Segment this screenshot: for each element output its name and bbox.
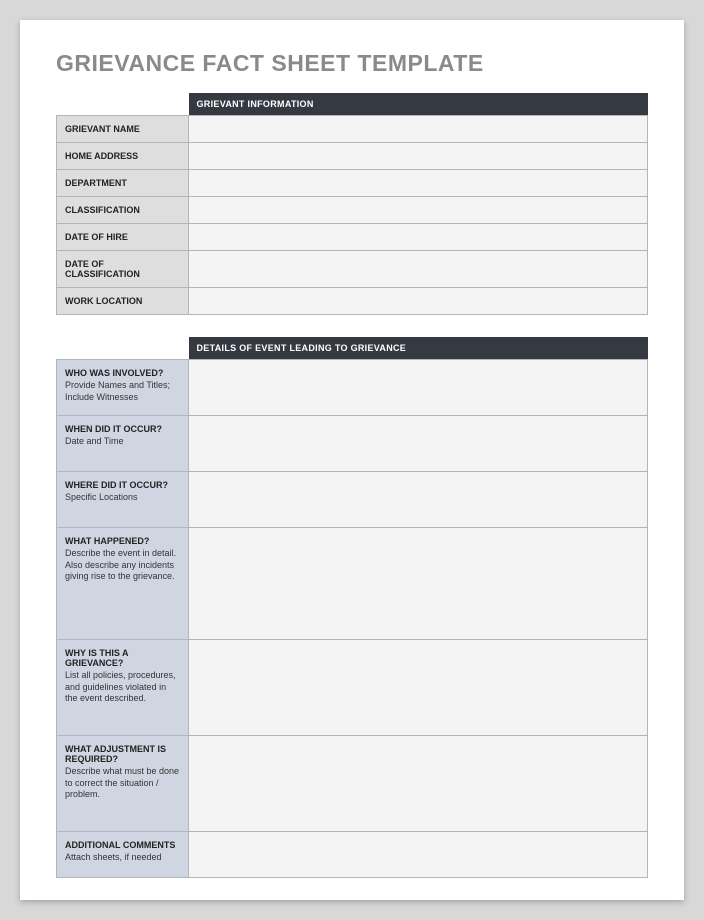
field-label: DATE OF HIRE: [57, 224, 189, 251]
field-label: WHERE DID IT OCCUR? Specific Locations: [57, 472, 189, 528]
label-sub: List all policies, procedures, and guide…: [65, 670, 180, 705]
label-title: WHERE DID IT OCCUR?: [65, 480, 168, 490]
label-sub: Describe what must be done to correct th…: [65, 766, 180, 801]
field-value[interactable]: [189, 197, 648, 224]
table-row: WHEN DID IT OCCUR? Date and Time: [57, 416, 648, 472]
section-header: DETAILS OF EVENT LEADING TO GRIEVANCE: [189, 337, 648, 360]
label-sub: Describe the event in detail. Also descr…: [65, 548, 180, 583]
label-title: WHO WAS INVOLVED?: [65, 368, 163, 378]
field-label: CLASSIFICATION: [57, 197, 189, 224]
field-value[interactable]: [189, 736, 648, 832]
field-label: DEPARTMENT: [57, 170, 189, 197]
table-row: ADDITIONAL COMMENTS Attach sheets, if nee…: [57, 832, 648, 878]
field-value[interactable]: [189, 360, 648, 416]
table-row: WHAT ADJUSTMENT IS REQUIRED?Describe wha…: [57, 736, 648, 832]
field-value[interactable]: [189, 472, 648, 528]
table-row: WHO WAS INVOLVED? Provide Names and Title…: [57, 360, 648, 416]
label-title: WHAT HAPPENED?: [65, 536, 149, 546]
document-page: GRIEVANCE FACT SHEET TEMPLATE GRIEVANT I…: [20, 20, 684, 900]
field-label: WHAT ADJUSTMENT IS REQUIRED?Describe wha…: [57, 736, 189, 832]
field-label: WHEN DID IT OCCUR? Date and Time: [57, 416, 189, 472]
label-title: WHEN DID IT OCCUR?: [65, 424, 162, 434]
label-sub: Attach sheets, if needed: [65, 852, 180, 864]
section-header-row: DETAILS OF EVENT LEADING TO GRIEVANCE: [57, 337, 648, 360]
table-row: WHERE DID IT OCCUR? Specific Locations: [57, 472, 648, 528]
label-sub: Provide Names and Titles; Include Witnes…: [65, 380, 180, 403]
table-row: WHY IS THIS A GRIEVANCE?List all policie…: [57, 640, 648, 736]
table-row: DEPARTMENT: [57, 170, 648, 197]
field-value[interactable]: [189, 832, 648, 878]
field-value[interactable]: [189, 251, 648, 288]
field-label: WHAT HAPPENED? Describe the event in deta…: [57, 528, 189, 640]
field-value[interactable]: [189, 170, 648, 197]
label-title: WHY IS THIS A GRIEVANCE?: [65, 648, 128, 668]
table-row: DATE OF HIRE: [57, 224, 648, 251]
field-value[interactable]: [189, 528, 648, 640]
table-row: WHAT HAPPENED? Describe the event in deta…: [57, 528, 648, 640]
field-label: WHO WAS INVOLVED? Provide Names and Title…: [57, 360, 189, 416]
field-label: WORK LOCATION: [57, 288, 189, 315]
section-header-row: GRIEVANT INFORMATION: [57, 93, 648, 116]
table-row: DATE OF CLASSIFICATION: [57, 251, 648, 288]
page-title: GRIEVANCE FACT SHEET TEMPLATE: [56, 50, 648, 77]
header-spacer: [57, 337, 189, 360]
table-row: WORK LOCATION: [57, 288, 648, 315]
field-label: WHY IS THIS A GRIEVANCE?List all policie…: [57, 640, 189, 736]
header-spacer: [57, 93, 189, 116]
field-value[interactable]: [189, 288, 648, 315]
label-title: WHAT ADJUSTMENT IS REQUIRED?: [65, 744, 166, 764]
grievant-info-table: GRIEVANT INFORMATION GRIEVANT NAME HOME …: [56, 93, 648, 315]
section-header: GRIEVANT INFORMATION: [189, 93, 648, 116]
field-label: DATE OF CLASSIFICATION: [57, 251, 189, 288]
label-sub: Date and Time: [65, 436, 180, 448]
field-label: HOME ADDRESS: [57, 143, 189, 170]
label-sub: Specific Locations: [65, 492, 180, 504]
field-label: ADDITIONAL COMMENTS Attach sheets, if nee…: [57, 832, 189, 878]
label-title: ADDITIONAL COMMENTS: [65, 840, 175, 850]
field-value[interactable]: [189, 224, 648, 251]
table-row: HOME ADDRESS: [57, 143, 648, 170]
field-value[interactable]: [189, 640, 648, 736]
field-value[interactable]: [189, 416, 648, 472]
field-value[interactable]: [189, 116, 648, 143]
event-details-table: DETAILS OF EVENT LEADING TO GRIEVANCE WH…: [56, 337, 648, 878]
field-value[interactable]: [189, 143, 648, 170]
table-row: CLASSIFICATION: [57, 197, 648, 224]
table-row: GRIEVANT NAME: [57, 116, 648, 143]
field-label: GRIEVANT NAME: [57, 116, 189, 143]
